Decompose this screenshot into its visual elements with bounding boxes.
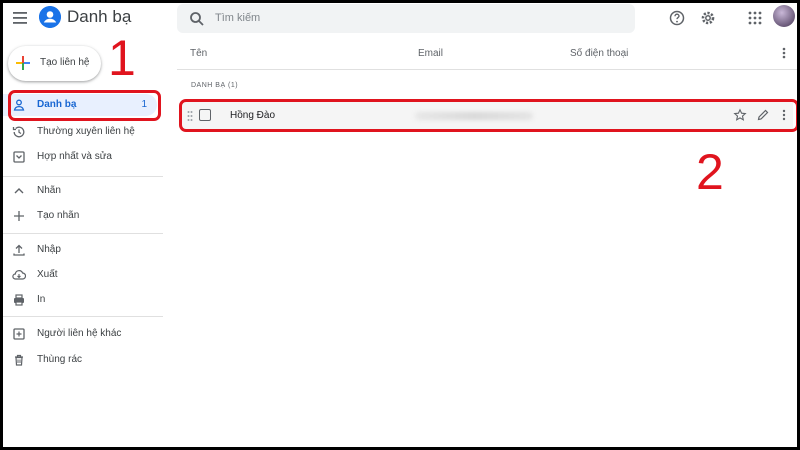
section-heading: DANH BẠ (1) bbox=[191, 82, 239, 89]
sidebar-divider bbox=[3, 176, 163, 177]
account-avatar[interactable] bbox=[773, 5, 795, 27]
sidebar-item-create-label[interactable]: Tạo nhãn bbox=[3, 205, 163, 227]
column-header-email[interactable]: Email bbox=[418, 48, 443, 59]
annotation-highlight-1 bbox=[8, 90, 161, 121]
column-header-name[interactable]: Tên bbox=[190, 48, 207, 59]
plus-icon bbox=[14, 211, 24, 221]
apps-grid-icon[interactable] bbox=[746, 9, 764, 27]
sidebar-item-label: In bbox=[37, 294, 46, 305]
cloud-download-icon bbox=[12, 270, 26, 280]
header-divider bbox=[177, 69, 797, 70]
settings-icon[interactable] bbox=[699, 9, 717, 27]
sidebar-item-label: Nhãn bbox=[37, 185, 61, 196]
sidebar-divider bbox=[3, 316, 163, 317]
printer-icon bbox=[14, 294, 24, 306]
sidebar-item-print[interactable]: In bbox=[3, 289, 163, 311]
sidebar-item-labels[interactable]: Nhãn bbox=[3, 180, 163, 202]
annotation-number-2: 2 bbox=[696, 144, 724, 200]
sidebar-item-other-contacts[interactable]: Người liên hệ khác bbox=[3, 323, 163, 345]
menu-icon[interactable] bbox=[11, 8, 31, 28]
history-icon bbox=[12, 126, 25, 138]
sidebar-item-frequent[interactable]: Thường xuyên liên hệ bbox=[3, 121, 163, 143]
contacts-list: Tên Email Số điện thoại DANH BẠ (1) Hồng… bbox=[177, 36, 797, 447]
merge-fix-icon bbox=[13, 151, 25, 163]
chevron-up-icon bbox=[14, 188, 24, 194]
contacts-app-window: Danh bạ Tìm kiếm Tạo liên hệ Danh bạ 1 T… bbox=[3, 3, 797, 447]
sidebar-item-label: Người liên hệ khác bbox=[37, 328, 122, 339]
column-header-phone[interactable]: Số điện thoại bbox=[570, 48, 628, 59]
upload-icon bbox=[13, 244, 25, 256]
sidebar-item-label: Tạo nhãn bbox=[37, 210, 80, 221]
other-contacts-icon bbox=[13, 328, 25, 340]
sidebar-item-merge-fix[interactable]: Hợp nhất và sửa bbox=[3, 146, 163, 168]
sidebar-item-import[interactable]: Nhập bbox=[3, 239, 163, 261]
more-vert-icon[interactable] bbox=[777, 46, 791, 60]
sidebar-item-trash[interactable]: Thùng rác bbox=[3, 349, 163, 371]
multicolor-plus-icon bbox=[16, 56, 30, 70]
sidebar-item-export[interactable]: Xuất bbox=[3, 264, 163, 286]
contacts-logo-icon bbox=[39, 6, 61, 28]
create-contact-label: Tạo liên hệ bbox=[40, 57, 90, 68]
search-bar[interactable]: Tìm kiếm bbox=[177, 4, 635, 33]
app-title: Danh bạ bbox=[67, 7, 132, 26]
sidebar-item-label: Thường xuyên liên hệ bbox=[37, 126, 135, 137]
sidebar-item-label: Xuất bbox=[37, 269, 58, 280]
annotation-highlight-2 bbox=[179, 99, 797, 132]
sidebar-divider bbox=[3, 233, 163, 234]
help-icon[interactable] bbox=[668, 9, 686, 27]
annotation-number-1: 1 bbox=[108, 30, 136, 86]
sidebar-item-label: Nhập bbox=[37, 244, 61, 255]
create-contact-button[interactable]: Tạo liên hệ bbox=[8, 46, 101, 81]
search-placeholder: Tìm kiếm bbox=[215, 12, 261, 24]
trash-icon bbox=[15, 354, 23, 366]
sidebar-item-label: Thùng rác bbox=[37, 354, 83, 365]
sidebar-item-label: Hợp nhất và sửa bbox=[37, 151, 112, 162]
sidebar: Tạo liên hệ Danh bạ 1 Thường xuyên liên … bbox=[3, 36, 163, 447]
search-icon[interactable] bbox=[189, 11, 205, 27]
